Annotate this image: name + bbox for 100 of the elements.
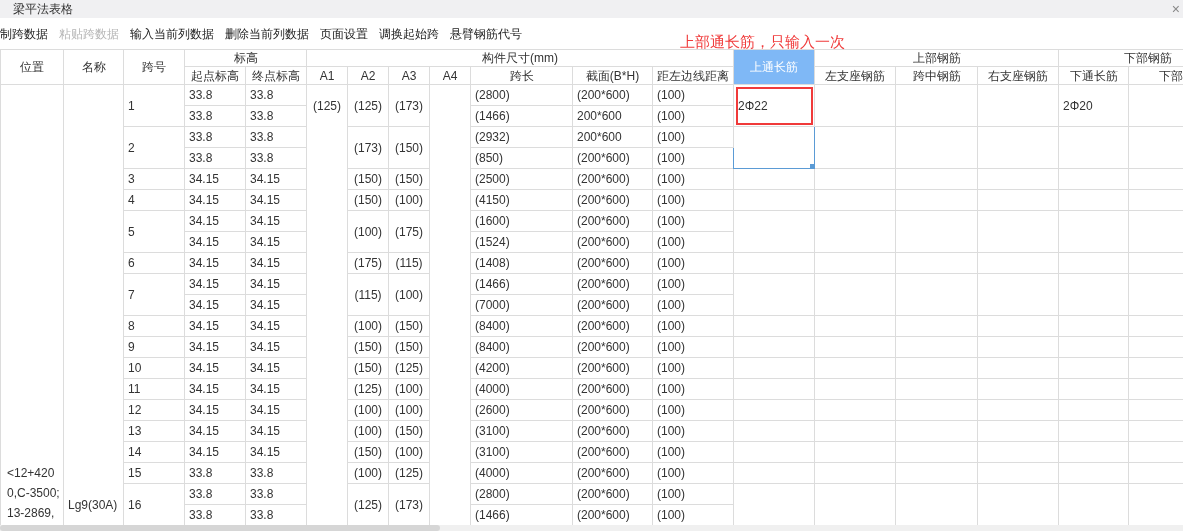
table-cell: (125) xyxy=(306,84,348,127)
table-cell: 34.15 xyxy=(245,168,307,190)
table-cell: (100) xyxy=(347,210,389,253)
table-cell: (100) xyxy=(652,84,734,106)
table-cell: 34.15 xyxy=(245,273,307,295)
table-cell: (1600) xyxy=(470,210,573,232)
table-cell: (100) xyxy=(652,168,734,190)
toolbar-button[interactable]: 调换起始跨 xyxy=(379,24,439,43)
table-cell: 33.8 xyxy=(184,105,246,127)
table-cell: (200*600) xyxy=(572,84,653,106)
toolbar-button[interactable]: 页面设置 xyxy=(320,24,368,43)
table-cell: (1466) xyxy=(470,105,573,127)
table-cell: 33.8 xyxy=(245,462,307,484)
table-cell: (100) xyxy=(388,378,430,400)
table-cell: (8400) xyxy=(470,336,573,358)
table-cell: (100) xyxy=(652,252,734,274)
table-cell: (200*600) xyxy=(572,210,653,232)
column-header[interactable]: 名称 xyxy=(63,49,124,85)
table-cell: 34.15 xyxy=(245,315,307,337)
table-cell: (850) xyxy=(470,147,573,169)
table-cell: (173) xyxy=(347,126,389,169)
horizontal-scrollbar[interactable] xyxy=(0,525,1183,531)
table-cell: 34.15 xyxy=(245,252,307,274)
toolbar-button[interactable]: 悬臂钢筋代号 xyxy=(450,24,522,43)
table-cell: 5 xyxy=(123,210,185,253)
table-cell: (200*600) xyxy=(572,147,653,169)
table-cell: (100) xyxy=(652,378,734,400)
table-cell: (3100) xyxy=(470,441,573,463)
table-cell: (175) xyxy=(388,210,430,253)
table-cell[interactable] xyxy=(733,126,815,169)
table-cell xyxy=(306,210,348,253)
column-header[interactable]: 跨号 xyxy=(123,49,185,85)
table-cell: 34.15 xyxy=(184,168,246,190)
table-cell: 12 xyxy=(123,399,185,421)
table-cell: (100) xyxy=(388,441,430,463)
table-cell: (100) xyxy=(652,189,734,211)
table-cell: 34.15 xyxy=(245,420,307,442)
table-cell: 33.8 xyxy=(245,483,307,505)
toolbar-button[interactable]: 输入当前列数据 xyxy=(130,24,214,43)
column-group-header: 下部钢筋 xyxy=(1058,49,1183,67)
table-cell: (4000) xyxy=(470,462,573,484)
table-cell: (200*600) xyxy=(572,378,653,400)
table-cell xyxy=(1058,399,1129,421)
table-cell: (100) xyxy=(652,273,734,295)
table-cell xyxy=(1058,273,1129,316)
table-cell: (125) xyxy=(347,84,389,127)
table-cell: 34.15 xyxy=(184,273,246,295)
table-cell: (150) xyxy=(388,315,430,337)
toolbar-button[interactable]: 制跨数据 xyxy=(0,24,48,43)
table-cell: 1 xyxy=(123,84,185,127)
table-cell: (200*600) xyxy=(572,315,653,337)
table-cell: (100) xyxy=(347,399,389,421)
table-cell: (100) xyxy=(347,420,389,442)
table-cell: 15 xyxy=(123,462,185,484)
table-cell[interactable]: 2Φ22 xyxy=(733,84,815,127)
column-header[interactable]: 位置 xyxy=(0,49,64,85)
table-cell xyxy=(1058,189,1129,211)
table-cell: (115) xyxy=(347,273,389,316)
table-cell xyxy=(1058,315,1129,337)
table-cell: 2 xyxy=(123,126,185,169)
table-cell: 34.15 xyxy=(184,315,246,337)
table-cell: (7000) xyxy=(470,294,573,316)
table-cell: (4200) xyxy=(470,357,573,379)
table-cell: 34.15 xyxy=(184,231,246,253)
table-cell: (100) xyxy=(652,336,734,358)
table-cell: 33.8 xyxy=(184,483,246,505)
table-cell: (100) xyxy=(652,357,734,379)
column-group-header: 构件尺寸(mm) xyxy=(306,49,734,67)
table-cell: (200*600) xyxy=(572,462,653,484)
table-cell: (100) xyxy=(652,462,734,484)
table-cell: (200*600) xyxy=(572,420,653,442)
table-cell: 34.15 xyxy=(245,399,307,421)
table-cell: (200*600) xyxy=(572,441,653,463)
table-cell: 11 xyxy=(123,378,185,400)
table-cell: (200*600) xyxy=(572,399,653,421)
table-cell: (3100) xyxy=(470,420,573,442)
table-cell: (100) xyxy=(388,399,430,421)
table-cell: 34.15 xyxy=(184,357,246,379)
window-title: 梁平法表格 xyxy=(13,1,73,18)
table-cell: (200*600) xyxy=(572,273,653,295)
table-cell: (100) xyxy=(388,273,430,316)
scrollbar-thumb[interactable] xyxy=(0,525,440,531)
table-cell xyxy=(1058,210,1129,253)
table-cell: (200*600) xyxy=(572,231,653,253)
table-cell: 34.15 xyxy=(184,399,246,421)
table-cell: (100) xyxy=(652,399,734,421)
table-cell xyxy=(1058,252,1129,274)
table-cell: 34.15 xyxy=(184,210,246,232)
toolbar-button[interactable]: 删除当前列数据 xyxy=(225,24,309,43)
table-cell: (175) xyxy=(347,252,389,274)
table-cell: (100) xyxy=(652,483,734,505)
table-cell xyxy=(1058,168,1129,190)
position-cell: <12+420 0,C-3500; 13-2869, xyxy=(0,84,64,525)
table-cell: (150) xyxy=(388,420,430,442)
table-cell: 34.15 xyxy=(184,378,246,400)
table-cell: 34.15 xyxy=(184,189,246,211)
table-cell: (115) xyxy=(388,252,430,274)
table-cell: 33.8 xyxy=(245,126,307,148)
table-cell: (150) xyxy=(347,357,389,379)
table-cell: (125) xyxy=(347,378,389,400)
